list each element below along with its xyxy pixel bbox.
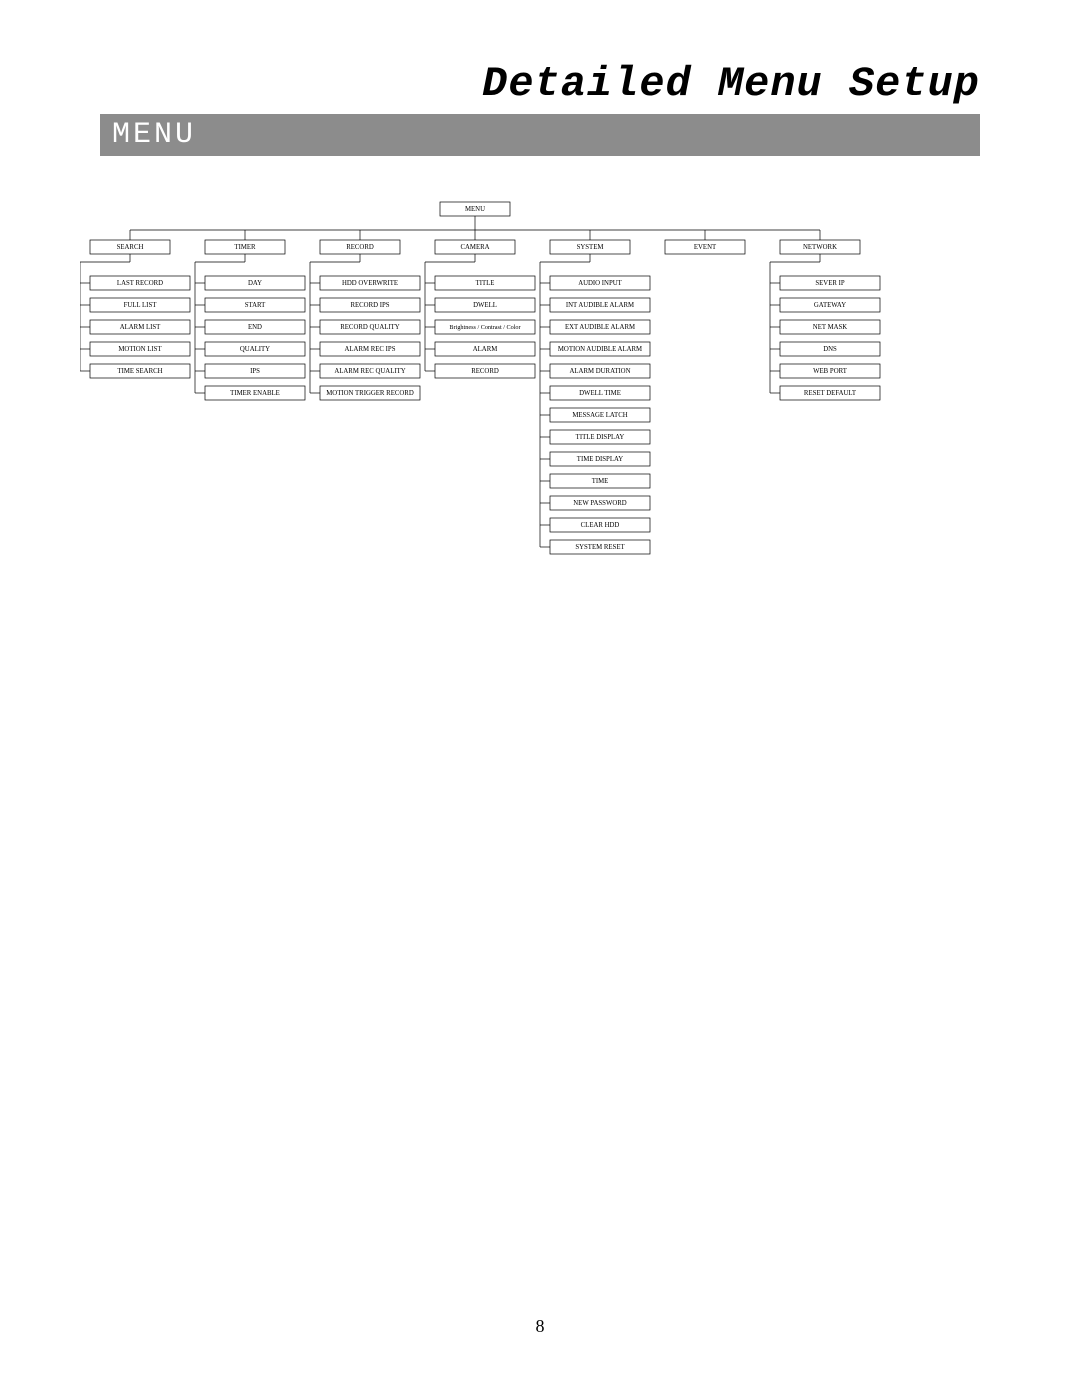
svg-text:ALARM REC QUALITY: ALARM REC QUALITY — [334, 368, 405, 375]
svg-text:CLEAR HDD: CLEAR HDD — [581, 522, 620, 529]
page-number: 8 — [0, 1316, 1080, 1337]
svg-text:RECORD: RECORD — [471, 368, 499, 375]
svg-text:DAY: DAY — [248, 280, 262, 287]
svg-text:DWELL: DWELL — [473, 302, 497, 309]
svg-text:ALARM REC IPS: ALARM REC IPS — [345, 346, 396, 353]
svg-text:TIME DISPLAY: TIME DISPLAY — [577, 456, 623, 463]
menu-tree: MENU SEARCH LAST RECORD FULL LIST ALARM LIST… — [80, 196, 1010, 626]
svg-text:TIMER: TIMER — [234, 244, 256, 251]
svg-text:WEB PORT: WEB PORT — [813, 368, 848, 375]
svg-text:HDD OVERWRITE: HDD OVERWRITE — [342, 280, 398, 287]
svg-text:END: END — [248, 324, 262, 331]
svg-text:ALARM DURATION: ALARM DURATION — [570, 368, 631, 375]
svg-text:NET MASK: NET MASK — [813, 324, 848, 331]
svg-text:SYSTEM: SYSTEM — [577, 244, 604, 251]
svg-text:EXT AUDIBLE ALARM: EXT AUDIBLE ALARM — [565, 324, 635, 331]
svg-text:MOTION LIST: MOTION LIST — [118, 346, 162, 353]
svg-text:ALARM: ALARM — [473, 346, 498, 353]
svg-text:INT AUDIBLE ALARM: INT AUDIBLE ALARM — [566, 302, 634, 309]
menu-bar: MENU — [100, 114, 980, 156]
svg-text:LAST RECORD: LAST RECORD — [117, 280, 163, 287]
svg-text:SEVER IP: SEVER IP — [815, 280, 844, 287]
svg-text:MOTION AUDIBLE ALARM: MOTION AUDIBLE ALARM — [558, 346, 642, 353]
svg-text:MOTION TRIGGER RECORD: MOTION TRIGGER RECORD — [326, 390, 414, 397]
svg-text:MESSAGE LATCH: MESSAGE LATCH — [572, 412, 627, 419]
svg-text:AUDIO INPUT: AUDIO INPUT — [578, 280, 622, 287]
svg-text:DNS: DNS — [823, 346, 837, 353]
svg-text:ALARM LIST: ALARM LIST — [120, 324, 161, 331]
svg-text:FULL LIST: FULL LIST — [124, 302, 158, 309]
document-page: Detailed Menu Setup MENU MENU SEARCH LAST … — [0, 0, 1080, 1397]
svg-text:RECORD: RECORD — [346, 244, 374, 251]
svg-text:CAMERA: CAMERA — [460, 244, 489, 251]
svg-text:TITLE DISPLAY: TITLE DISPLAY — [576, 434, 625, 441]
svg-text:START: START — [245, 302, 266, 309]
svg-text:NETWORK: NETWORK — [803, 244, 837, 251]
svg-text:Brightness / Contrast / Color: Brightness / Contrast / Color — [449, 324, 520, 331]
svg-text:IPS: IPS — [250, 368, 260, 375]
svg-text:TIME SEARCH: TIME SEARCH — [117, 368, 162, 375]
svg-text:TIMER ENABLE: TIMER ENABLE — [230, 390, 280, 397]
svg-text:RECORD QUALITY: RECORD QUALITY — [340, 324, 400, 331]
svg-text:QUALITY: QUALITY — [240, 346, 270, 353]
svg-text:DWELL TIME: DWELL TIME — [579, 390, 621, 397]
svg-text:TITLE: TITLE — [476, 280, 495, 287]
svg-text:MENU: MENU — [465, 206, 485, 213]
svg-text:EVENT: EVENT — [694, 244, 717, 251]
svg-text:RECORD IPS: RECORD IPS — [350, 302, 389, 309]
page-title: Detailed Menu Setup — [70, 60, 980, 108]
svg-text:SEARCH: SEARCH — [117, 244, 144, 251]
svg-text:GATEWAY: GATEWAY — [814, 302, 846, 309]
svg-text:SYSTEM RESET: SYSTEM RESET — [575, 544, 625, 551]
svg-text:TIME: TIME — [592, 478, 609, 485]
svg-text:RESET DEFAULT: RESET DEFAULT — [804, 390, 857, 397]
svg-text:NEW PASSWORD: NEW PASSWORD — [573, 500, 627, 507]
